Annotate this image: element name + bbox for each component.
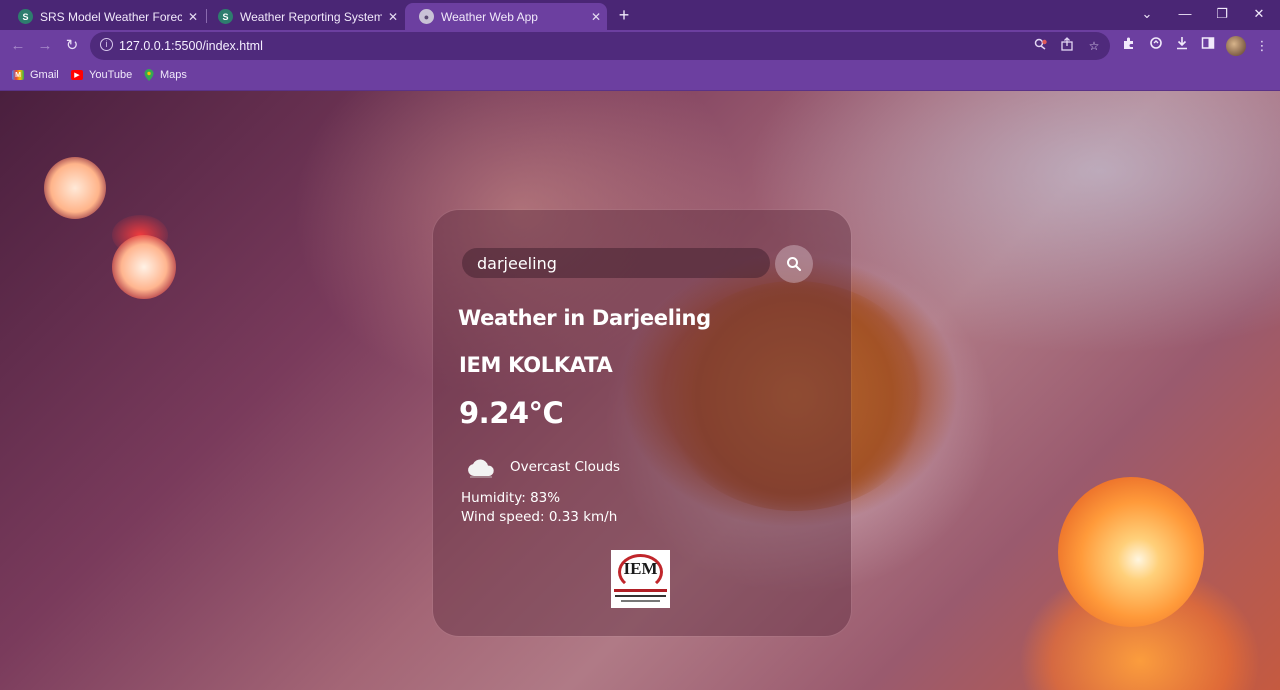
close-icon[interactable]: ✕ bbox=[382, 10, 404, 24]
temperature: 9.24°C bbox=[459, 396, 564, 430]
search-button[interactable] bbox=[775, 245, 813, 283]
weather-card: Weather in Darjeeling IEM KOLKATA 9.24°C… bbox=[433, 210, 851, 636]
forward-button[interactable]: → bbox=[33, 35, 57, 57]
tab-weather-reporting[interactable]: S Weather Reporting System | PDF ✕ bbox=[204, 3, 404, 30]
close-icon[interactable]: ✕ bbox=[182, 10, 204, 24]
city-heading: Weather in Darjeeling bbox=[458, 306, 711, 330]
bookmarks-bar: M Gmail ▶ YouTube Maps bbox=[0, 63, 1280, 91]
back-button[interactable]: ← bbox=[6, 35, 30, 57]
maps-icon bbox=[144, 69, 154, 81]
tab-search-dropdown-icon[interactable]: ⌄ bbox=[1128, 0, 1166, 30]
password-key-icon[interactable] bbox=[1032, 37, 1050, 55]
logo-banner bbox=[614, 589, 667, 592]
search-icon bbox=[787, 257, 802, 272]
browser-toolbar: ← → ↻ i 127.0.0.1:5500/index.html ☆ ⋮ bbox=[0, 30, 1280, 63]
bookmark-maps[interactable]: Maps bbox=[144, 69, 187, 81]
site-info-icon[interactable]: i bbox=[100, 38, 113, 51]
globe-icon: ● bbox=[419, 9, 434, 24]
share-icon[interactable] bbox=[1058, 37, 1076, 55]
sync-extension-icon[interactable] bbox=[1145, 35, 1167, 57]
tab-title: SRS Model Weather Forecasting bbox=[40, 9, 182, 24]
bookmark-star-icon[interactable]: ☆ bbox=[1085, 37, 1103, 55]
window-close-button[interactable]: ✕ bbox=[1240, 0, 1278, 30]
logo-caption-line bbox=[621, 600, 660, 602]
tab-strip: S SRS Model Weather Forecasting ✕ S Weat… bbox=[0, 0, 1280, 30]
bookmark-label: Maps bbox=[160, 69, 187, 81]
humidity: Humidity: 83% bbox=[461, 490, 561, 506]
bookmark-label: Gmail bbox=[30, 69, 59, 81]
new-tab-button[interactable]: + bbox=[612, 4, 636, 26]
scribd-icon: S bbox=[18, 9, 33, 24]
reload-button[interactable]: ↻ bbox=[60, 35, 84, 57]
restore-button[interactable]: ❐ bbox=[1203, 0, 1241, 30]
bookmark-label: YouTube bbox=[89, 69, 133, 81]
org-name: IEM KOLKATA bbox=[459, 353, 613, 377]
city-search-input[interactable] bbox=[462, 248, 770, 278]
bokeh-light bbox=[44, 157, 106, 219]
scribd-icon: S bbox=[218, 9, 233, 24]
tab-title: Weather Reporting System | PDF bbox=[240, 9, 382, 24]
wind-speed: Wind speed: 0.33 km/h bbox=[461, 509, 618, 525]
weather-description: Overcast Clouds bbox=[510, 459, 621, 475]
more-menu-icon[interactable]: ⋮ bbox=[1251, 35, 1273, 57]
bookmark-gmail[interactable]: M Gmail bbox=[12, 69, 59, 81]
candle-image bbox=[1058, 477, 1204, 627]
extensions-icon[interactable] bbox=[1118, 35, 1140, 57]
side-panel-icon[interactable] bbox=[1197, 35, 1219, 57]
cloud-icon bbox=[468, 459, 494, 478]
bokeh-light bbox=[112, 235, 176, 299]
download-icon[interactable] bbox=[1171, 35, 1193, 57]
logo-text: IEM bbox=[623, 559, 658, 578]
profile-avatar[interactable] bbox=[1226, 36, 1246, 56]
iem-logo: IEM bbox=[611, 550, 670, 608]
url-text[interactable]: 127.0.0.1:5500/index.html bbox=[119, 39, 263, 53]
logo-caption-line bbox=[615, 595, 666, 597]
youtube-icon: ▶ bbox=[71, 70, 83, 80]
bookmark-youtube[interactable]: ▶ YouTube bbox=[71, 69, 132, 81]
tab-title: Weather Web App bbox=[441, 9, 538, 24]
minimize-button[interactable]: — bbox=[1166, 0, 1204, 30]
close-icon[interactable]: ✕ bbox=[585, 10, 607, 24]
gmail-icon: M bbox=[12, 70, 24, 80]
address-bar[interactable]: i 127.0.0.1:5500/index.html ☆ bbox=[90, 32, 1110, 60]
tab-srs-model[interactable]: S SRS Model Weather Forecasting ✕ bbox=[4, 3, 204, 30]
tab-weather-web-app[interactable]: ● Weather Web App ✕ bbox=[405, 3, 607, 30]
page-background: Weather in Darjeeling IEM KOLKATA 9.24°C… bbox=[0, 91, 1280, 690]
